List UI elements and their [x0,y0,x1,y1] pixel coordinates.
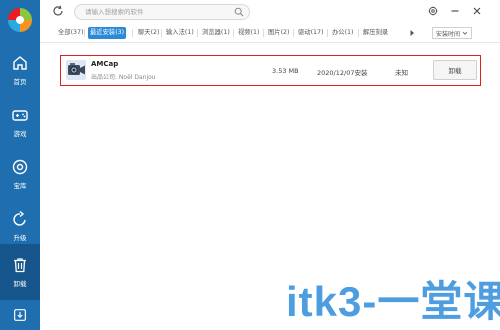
gear-icon [428,6,438,16]
minimize-button[interactable] [448,4,462,18]
search-box [74,4,250,20]
app-row[interactable]: AMCap 出品公司: Noël Danjou 3.53 MB 2020/12/… [60,55,481,86]
trash-icon [14,258,26,273]
treasure-icon [12,159,28,175]
tab-recent-installs[interactable]: 最近安装(3) [88,27,127,39]
tab-divider [358,29,359,37]
tab-divider [233,29,234,37]
sidebar-item-label: 游戏 [13,130,27,138]
tab-divider [197,29,198,37]
app-usage-frequency: 未知 [395,69,408,77]
upgrade-icon [13,210,26,226]
close-button[interactable] [470,4,484,18]
app-name: AMCap [91,60,119,68]
home-icon [13,56,27,70]
header-divider [40,42,500,43]
app-install-date: 2020/12/07安装 [317,69,368,77]
settings-button[interactable] [426,4,440,18]
tab-divider [84,29,85,37]
sidebar: 首页 游戏 宝库 升级 卸载 [0,0,40,330]
minimize-icon [451,10,459,12]
tab-divider [293,29,294,37]
category-tabs: 全部(37) 最近安装(3) 聊天(2) 输入法(1) 浏览器(1) 视频(1)… [40,24,500,42]
app-size: 3.53 MB [272,67,299,75]
tab-browser[interactable]: 浏览器(1) [200,27,232,39]
tab-video[interactable]: 视频(1) [236,27,262,39]
chevron-down-icon [462,31,468,35]
tab-office[interactable]: 办公(1) [330,27,356,39]
app-logo-icon [8,8,32,32]
tab-chat[interactable]: 聊天(2) [136,27,162,39]
tab-images[interactable]: 图片(2) [266,27,292,39]
sidebar-item-label: 宝库 [13,182,27,190]
tab-all[interactable]: 全部(37) [56,27,86,39]
close-icon [473,7,481,15]
sidebar-item-uninstall[interactable]: 卸载 [0,244,40,300]
sort-dropdown[interactable]: 安装时间 [432,27,472,39]
sidebar-item-games[interactable]: 游戏 [0,96,40,148]
tab-divider [132,29,133,37]
chevron-right-icon[interactable] [407,28,417,38]
amcap-camera-icon [66,60,86,80]
refresh-icon[interactable] [52,5,64,17]
sidebar-item-label: 首页 [13,78,27,86]
tab-compress-burn[interactable]: 解压刻录 [361,27,390,39]
sidebar-download-button[interactable] [0,300,40,330]
sidebar-item-treasure[interactable]: 宝库 [0,148,40,200]
search-input[interactable] [85,6,230,18]
app-publisher: 出品公司: Noël Danjou [91,74,156,81]
sidebar-item-home[interactable]: 首页 [0,44,40,96]
search-icon[interactable] [234,7,244,17]
download-icon [14,309,26,321]
sidebar-item-label: 卸载 [13,280,27,288]
sort-dropdown-value: 安装时间 [436,30,461,38]
tab-drivers[interactable]: 驱动(17) [296,27,326,39]
watermark-logo: itk3-一堂课 [286,278,500,325]
tab-divider [161,29,162,37]
tab-divider [327,29,328,37]
uninstall-button[interactable]: 卸载 [433,60,477,80]
tab-input-method[interactable]: 输入法(1) [164,27,196,39]
tab-divider [263,29,264,37]
gamepad-icon [12,110,28,121]
top-bar [40,0,500,24]
sidebar-item-label: 升级 [13,234,27,242]
